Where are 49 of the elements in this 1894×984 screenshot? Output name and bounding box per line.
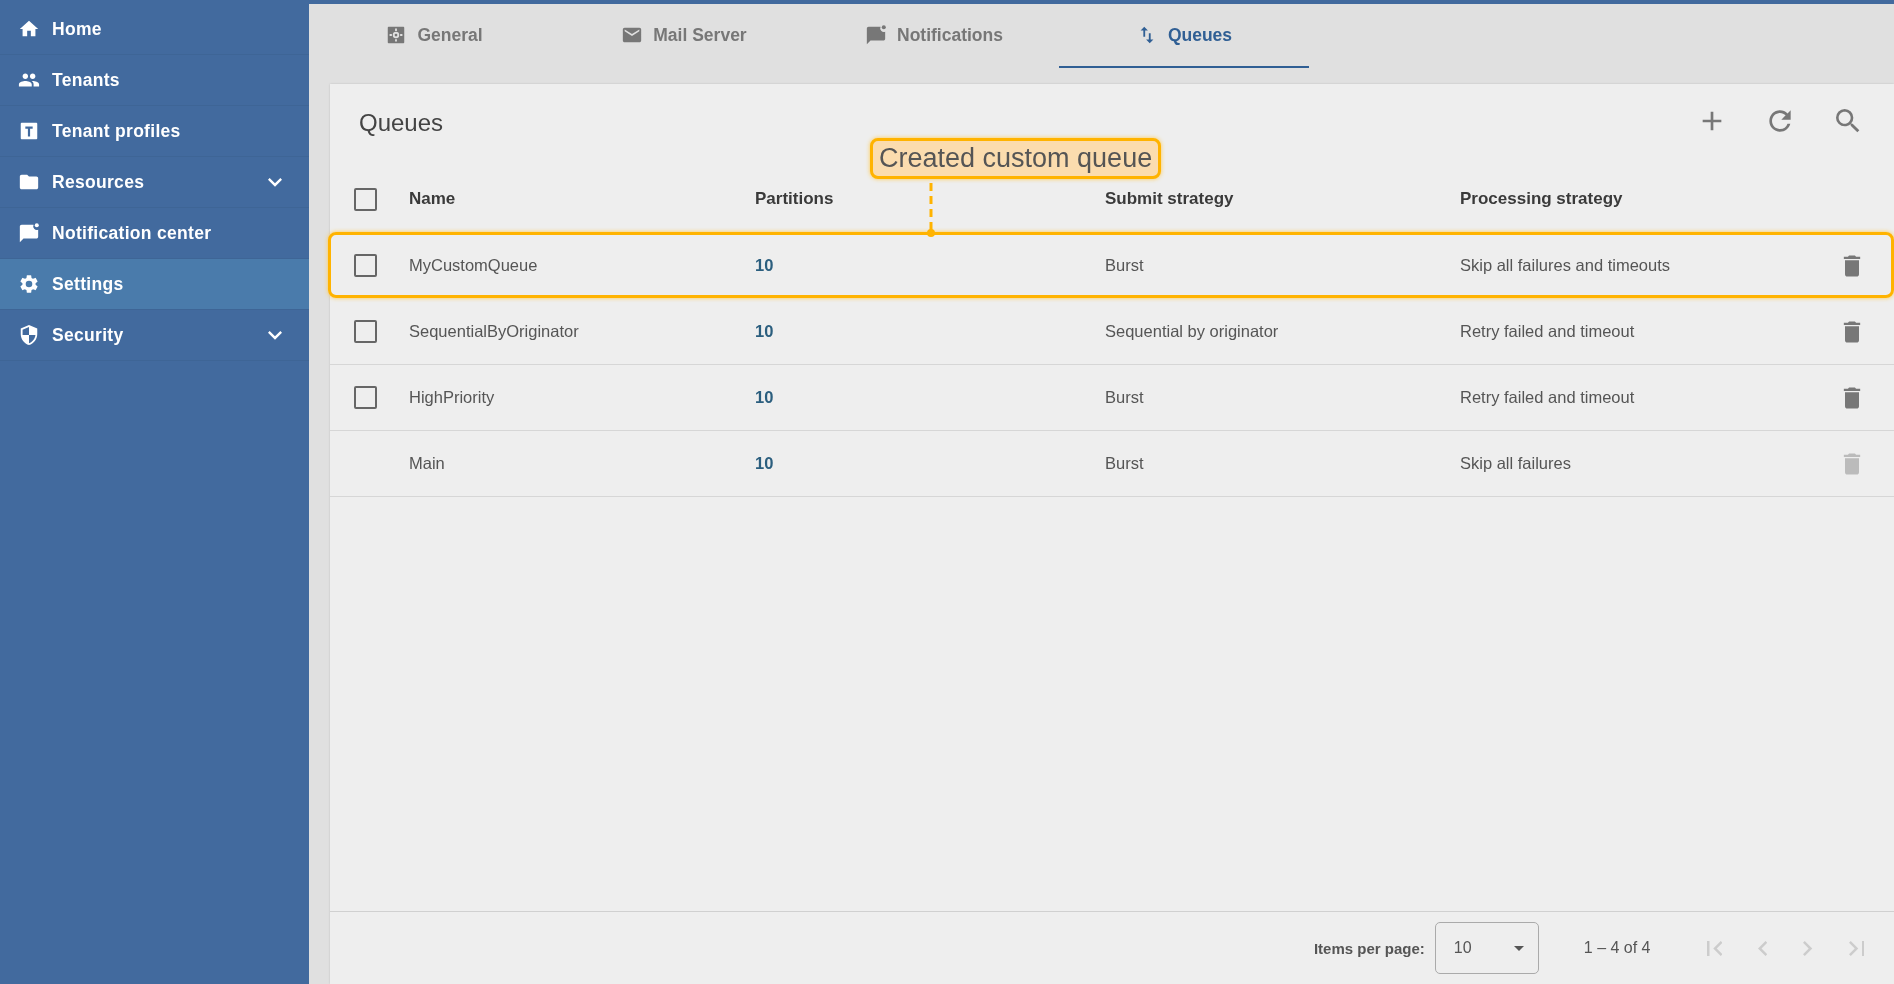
tab[interactable]: Queues [1059,4,1309,68]
chevron-right-icon [1803,940,1813,956]
table-cell-text: 10 [755,388,775,407]
chat-bubble-icon [18,222,40,244]
sidebar-item[interactable]: Tenants [0,55,309,106]
sidebar-item[interactable]: Tenant profiles [0,106,309,157]
table-cell-text: Burst [1105,388,1145,407]
card-title: Queues [359,108,445,137]
sidebar-item[interactable]: Security [0,310,309,361]
table-cell-text: MyCustomQueue [409,256,539,275]
table-cell-text: Burst [1105,256,1145,275]
chat-bubble-icon [865,24,887,46]
table-cell-text: Burst [1105,454,1145,473]
settings-icon [18,273,40,295]
table-cell-text: SequentialByOriginator [409,322,580,341]
column-header[interactable]: Processing strategy [1460,189,1832,209]
sidebar-item[interactable]: Resources [0,157,309,208]
annotation-callout: Created custom queue [870,138,1162,179]
tab[interactable]: Notifications [809,4,1059,68]
checkbox[interactable] [354,320,377,343]
sidebar-item[interactable]: Settings [0,259,309,310]
table-cell-text: Retry failed and timeout [1460,388,1636,407]
chevron-left-icon [1758,940,1768,956]
page-range-label: 1 – 4 of 4 [1583,939,1651,957]
table-cell-text: Sequential by originator [1105,322,1280,341]
table-cell-text: 10 [755,454,775,473]
table-cell-text: Skip all failures [1460,454,1572,473]
table-cell-text: Skip all failures and timeouts [1460,256,1672,275]
table-cell-text: Retry failed and timeout [1460,322,1636,341]
column-header[interactable]: Submit strategy [1105,189,1460,209]
column-header[interactable]: Partitions [755,189,1105,209]
checkbox[interactable] [354,386,377,409]
tab[interactable]: Mail Server [559,4,809,68]
table-cell-text: 10 [755,322,775,341]
items-per-page-label: Items per page: [1313,939,1425,957]
dropdown-caret-icon [1513,945,1524,951]
table-cell-text: Main [409,454,446,473]
table-cell-text: 10 [755,256,775,275]
checkbox[interactable] [354,187,377,211]
leader-line [927,183,935,237]
letter-badge-icon [18,120,40,142]
first-page-icon [1706,940,1722,956]
column-header[interactable]: Name [409,189,755,209]
shield-icon [18,324,40,346]
checkbox[interactable] [354,254,377,277]
page-size-select[interactable]: 10 [1434,922,1539,974]
table-cell-text: HighPriority [409,388,496,407]
last-page-icon [1848,940,1864,956]
tab[interactable]: General [309,4,559,68]
